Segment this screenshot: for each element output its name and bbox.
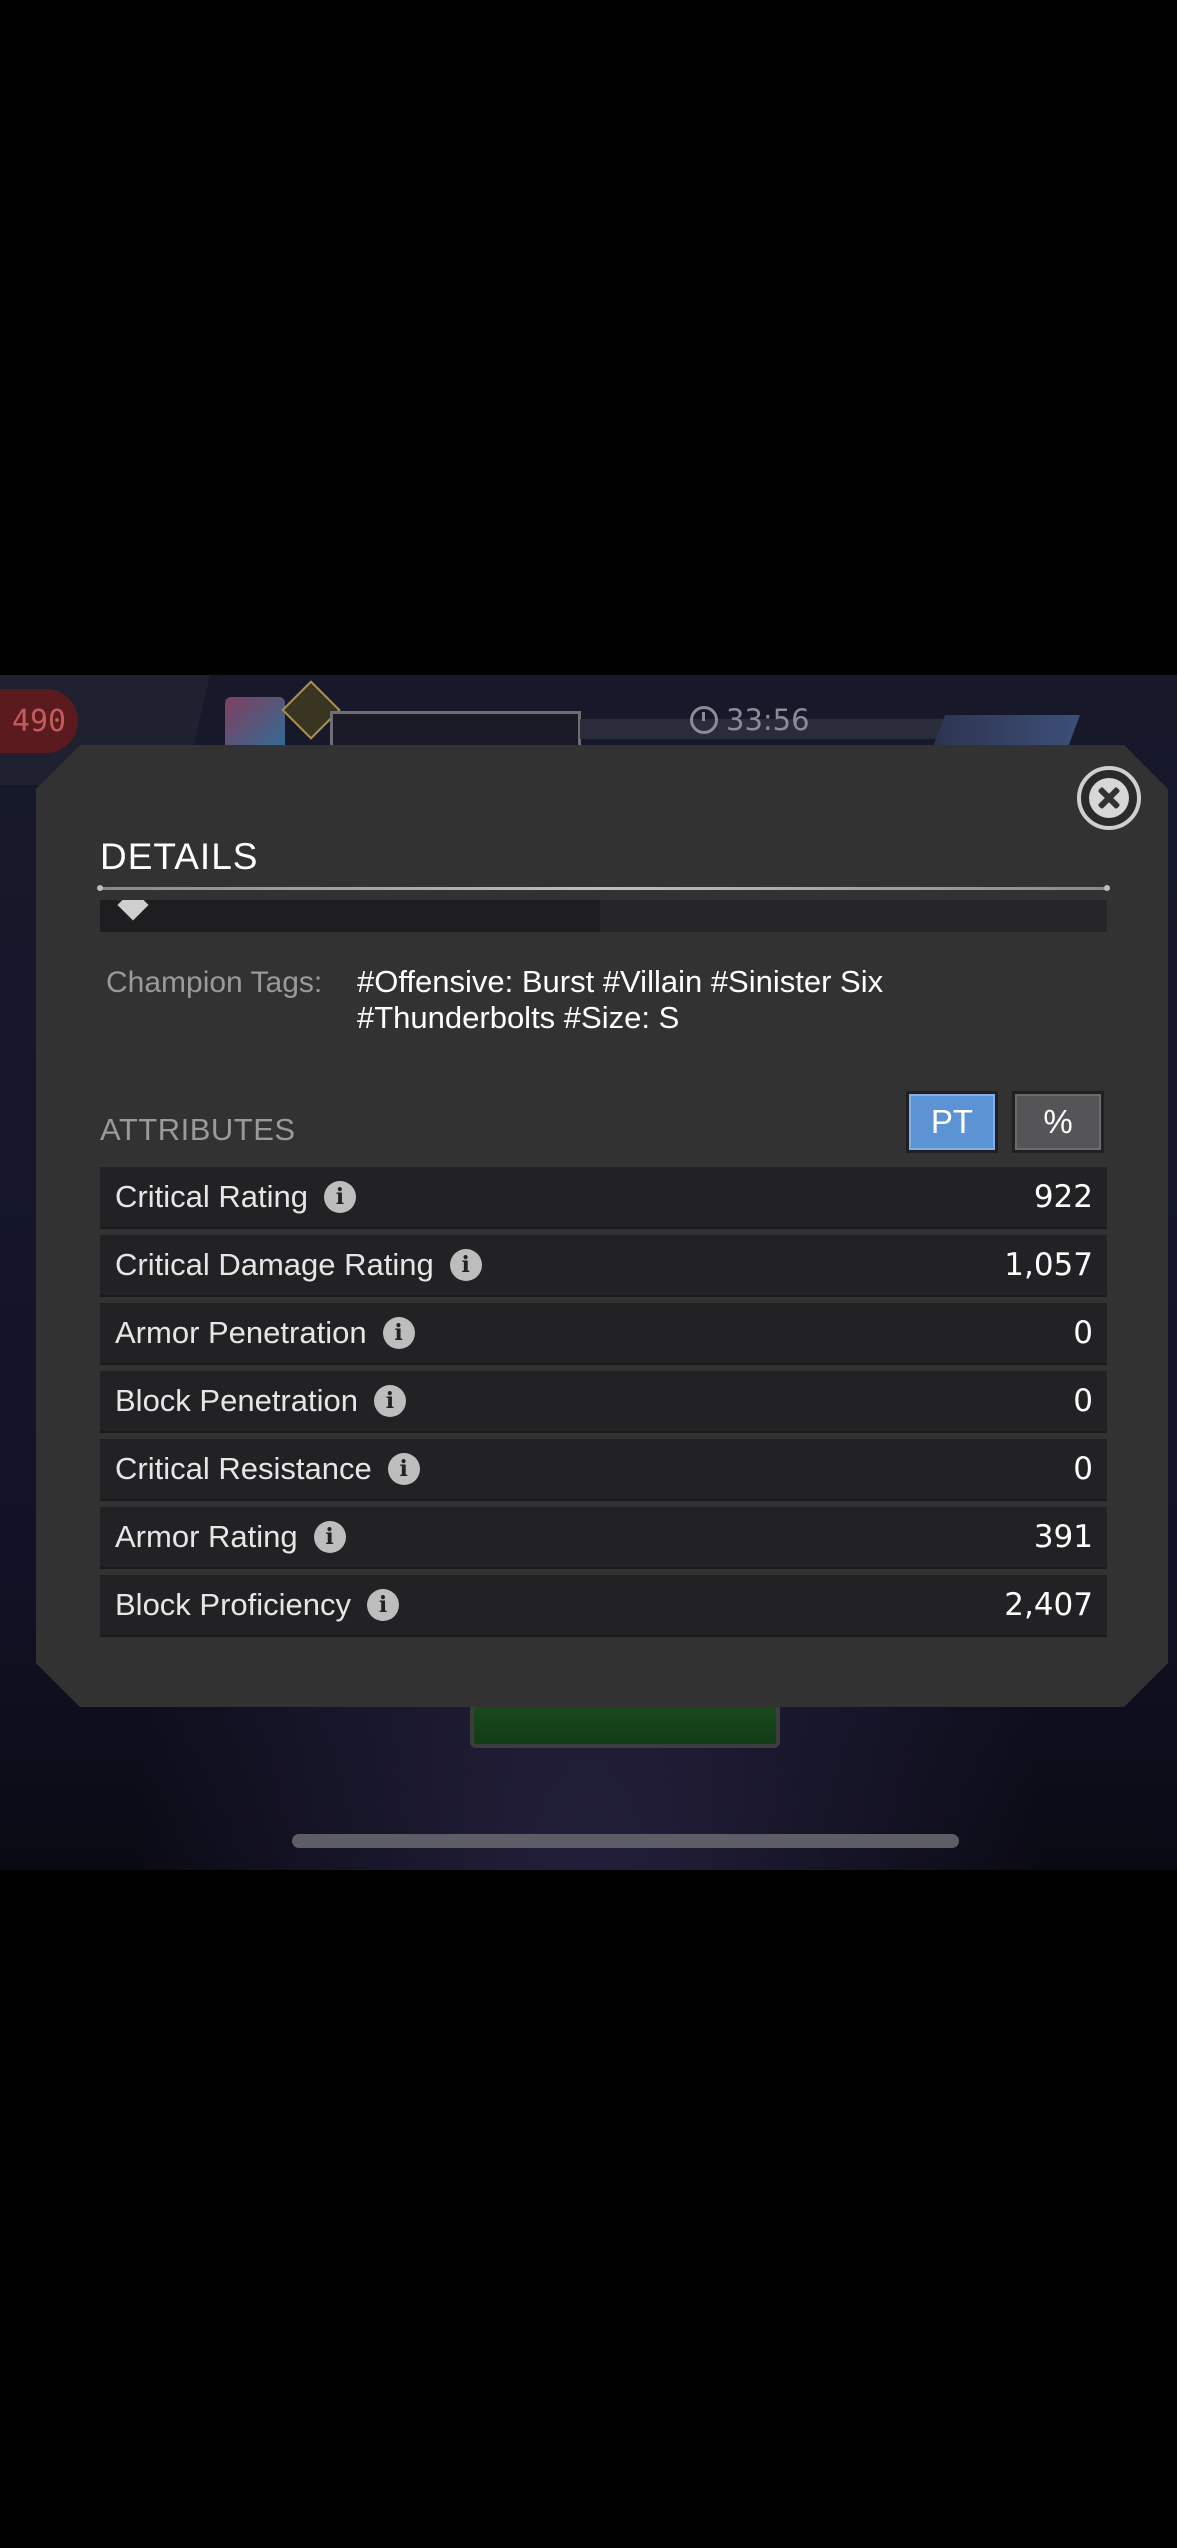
scrolled-content-stub xyxy=(100,900,1107,932)
info-icon[interactable]: i xyxy=(367,1589,400,1621)
attribute-name: Block Penetration i xyxy=(115,1383,406,1419)
attribute-name: Block Proficiency i xyxy=(115,1587,400,1623)
attribute-row-block-proficiency: Block Proficiency i 2,407 xyxy=(100,1575,1107,1637)
attribute-name: Critical Damage Rating i xyxy=(115,1247,482,1283)
attribute-value: 0 xyxy=(1073,1383,1093,1419)
attribute-label: Critical Rating xyxy=(115,1179,308,1214)
attribute-value: 922 xyxy=(1033,1179,1093,1215)
attribute-value: 1,057 xyxy=(1004,1247,1093,1283)
attribute-label: Block Penetration xyxy=(115,1383,358,1418)
attribute-name: Critical Resistance i xyxy=(115,1451,420,1487)
attribute-value: 0 xyxy=(1073,1451,1093,1487)
title-divider xyxy=(97,885,1110,891)
attribute-label: Critical Resistance xyxy=(115,1451,372,1486)
toggle-pt-button[interactable]: PT xyxy=(906,1091,998,1153)
toggle-percent-button[interactable]: % xyxy=(1012,1091,1104,1153)
attribute-value: 391 xyxy=(1033,1519,1093,1555)
info-icon[interactable]: i xyxy=(449,1249,482,1281)
champion-tags-value: #Offensive: Burst #Villain #Sinister Six… xyxy=(357,964,884,1035)
attribute-name: Critical Rating i xyxy=(115,1179,356,1215)
attribute-value: 0 xyxy=(1073,1315,1093,1351)
attribute-name: Armor Penetration i xyxy=(115,1315,415,1351)
info-icon[interactable]: i xyxy=(373,1385,406,1417)
info-icon[interactable]: i xyxy=(382,1317,415,1349)
home-indicator[interactable] xyxy=(292,1834,959,1848)
stub-fill xyxy=(100,900,600,932)
attributes-heading: ATTRIBUTES xyxy=(100,1112,296,1147)
hud-badge: 490 xyxy=(0,689,78,753)
champion-tags-label: Champion Tags: xyxy=(106,966,323,999)
info-icon[interactable]: i xyxy=(323,1181,356,1213)
attribute-row-critical-damage-rating: Critical Damage Rating i 1,057 xyxy=(100,1235,1107,1297)
attribute-label: Critical Damage Rating xyxy=(115,1247,434,1282)
attribute-value: 2,407 xyxy=(1004,1587,1093,1623)
attribute-row-critical-rating: Critical Rating i 922 xyxy=(100,1167,1107,1229)
close-icon xyxy=(1089,778,1129,818)
close-button[interactable] xyxy=(1077,766,1141,830)
timer: 33:56 xyxy=(690,703,810,737)
attribute-list: Critical Rating i 922 Critical Damage Ra… xyxy=(100,1167,1107,1643)
timer-value: 33:56 xyxy=(726,703,810,737)
attribute-label: Armor Rating xyxy=(115,1519,298,1554)
attribute-name: Armor Rating i xyxy=(115,1519,346,1555)
attribute-label: Armor Penetration xyxy=(115,1315,367,1350)
attribute-row-critical-resistance: Critical Resistance i 0 xyxy=(100,1439,1107,1501)
attribute-row-armor-penetration: Armor Penetration i 0 xyxy=(100,1303,1107,1365)
timer-icon xyxy=(690,706,718,734)
modal-title: DETAILS xyxy=(100,836,259,877)
attribute-label: Block Proficiency xyxy=(115,1587,352,1622)
info-icon[interactable]: i xyxy=(387,1453,420,1485)
attribute-row-block-penetration: Block Penetration i 0 xyxy=(100,1371,1107,1433)
attribute-row-armor-rating: Armor Rating i 391 xyxy=(100,1507,1107,1569)
info-icon[interactable]: i xyxy=(313,1521,346,1553)
